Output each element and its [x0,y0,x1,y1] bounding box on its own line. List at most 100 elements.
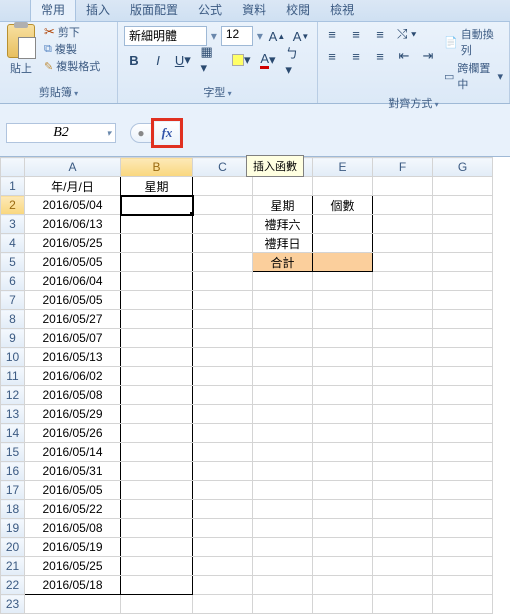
cell-E19[interactable] [313,519,373,538]
cell-C5[interactable] [193,253,253,272]
cell-E17[interactable] [313,481,373,500]
cell-B15[interactable] [121,443,193,462]
align-top-button[interactable]: ≡ [322,24,342,44]
cell-E10[interactable] [313,348,373,367]
row-header-16[interactable]: 16 [1,462,25,481]
font-color-button[interactable]: A ▾ [258,50,279,70]
cell-G23[interactable] [433,595,493,614]
cell-F14[interactable] [373,424,433,443]
cell-E22[interactable] [313,576,373,595]
cell-B5[interactable] [121,253,193,272]
cell-G5[interactable] [433,253,493,272]
cell-D6[interactable] [253,272,313,291]
cell-F2[interactable] [373,196,433,215]
cell-D14[interactable] [253,424,313,443]
cell-B11[interactable] [121,367,193,386]
align-middle-button[interactable]: ≡ [346,24,366,44]
row-header-7[interactable]: 7 [1,291,25,310]
row-header-23[interactable]: 23 [1,595,25,614]
cell-D13[interactable] [253,405,313,424]
cell-E6[interactable] [313,272,373,291]
cell-G15[interactable] [433,443,493,462]
cell-A3[interactable]: 2016/06/13 [25,215,121,234]
align-right-button[interactable]: ≡ [370,46,390,66]
cell-G18[interactable] [433,500,493,519]
cell-C19[interactable] [193,519,253,538]
cell-D15[interactable] [253,443,313,462]
cell-G19[interactable] [433,519,493,538]
row-header-6[interactable]: 6 [1,272,25,291]
cell-B8[interactable] [121,310,193,329]
cell-F16[interactable] [373,462,433,481]
cell-A2[interactable]: 2016/05/04 [25,196,121,215]
cell-G7[interactable] [433,291,493,310]
cell-E8[interactable] [313,310,373,329]
cell-A22[interactable]: 2016/05/18 [25,576,121,595]
cell-A16[interactable]: 2016/05/31 [25,462,121,481]
cell-A12[interactable]: 2016/05/08 [25,386,121,405]
row-header-18[interactable]: 18 [1,500,25,519]
tab-data[interactable]: 資料 [232,0,276,21]
cell-D3[interactable]: 禮拜六 [253,215,313,234]
cell-F18[interactable] [373,500,433,519]
cell-D17[interactable] [253,481,313,500]
row-header-3[interactable]: 3 [1,215,25,234]
cell-E16[interactable] [313,462,373,481]
cell-C10[interactable] [193,348,253,367]
cell-G16[interactable] [433,462,493,481]
cell-F23[interactable] [373,595,433,614]
cell-C14[interactable] [193,424,253,443]
cell-F13[interactable] [373,405,433,424]
indent-increase-button[interactable]: ⇥ [418,46,438,66]
cell-A19[interactable]: 2016/05/08 [25,519,121,538]
cell-C23[interactable] [193,595,253,614]
cell-F20[interactable] [373,538,433,557]
cell-C2[interactable] [193,196,253,215]
fill-handle[interactable] [190,212,193,215]
tab-review[interactable]: 校閱 [276,0,320,21]
cell-C12[interactable] [193,386,253,405]
paste-icon[interactable] [7,24,35,58]
fill-color-button[interactable]: ▾ [229,50,253,70]
phonetic-button[interactable]: ㄅ ▾ [282,50,311,70]
col-header-F[interactable]: F [373,158,433,177]
row-header-4[interactable]: 4 [1,234,25,253]
tab-insert[interactable]: 插入 [76,0,120,21]
format-painter-button[interactable]: ✎複製格式 [42,58,102,74]
underline-button[interactable]: U ▾ [172,50,194,70]
cell-G1[interactable] [433,177,493,196]
row-header-2[interactable]: 2 [1,196,25,215]
cell-G20[interactable] [433,538,493,557]
cell-A6[interactable]: 2016/06/04 [25,272,121,291]
cell-B9[interactable] [121,329,193,348]
cell-F10[interactable] [373,348,433,367]
row-header-13[interactable]: 13 [1,405,25,424]
row-header-1[interactable]: 1 [1,177,25,196]
cell-C8[interactable] [193,310,253,329]
cell-B17[interactable] [121,481,193,500]
cell-E13[interactable] [313,405,373,424]
cell-F7[interactable] [373,291,433,310]
row-header-5[interactable]: 5 [1,253,25,272]
cell-D1[interactable] [253,177,313,196]
row-header-20[interactable]: 20 [1,538,25,557]
cell-A13[interactable]: 2016/05/29 [25,405,121,424]
wrap-text-button[interactable]: 📄自動換列 [444,26,503,58]
grow-font-button[interactable]: A▲ [267,26,287,46]
cell-A23[interactable] [25,595,121,614]
cell-A1[interactable]: 年/月/日 [25,177,121,196]
cell-B13[interactable] [121,405,193,424]
tab-formulas[interactable]: 公式 [188,0,232,21]
cell-A17[interactable]: 2016/05/05 [25,481,121,500]
cell-G9[interactable] [433,329,493,348]
tab-layout[interactable]: 版面配置 [120,0,188,21]
cell-B10[interactable] [121,348,193,367]
bold-button[interactable]: B [124,50,144,70]
cell-E12[interactable] [313,386,373,405]
cell-E4[interactable] [313,234,373,253]
cell-C18[interactable] [193,500,253,519]
cell-F11[interactable] [373,367,433,386]
cell-D9[interactable] [253,329,313,348]
row-header-19[interactable]: 19 [1,519,25,538]
cell-B22[interactable] [121,576,193,595]
